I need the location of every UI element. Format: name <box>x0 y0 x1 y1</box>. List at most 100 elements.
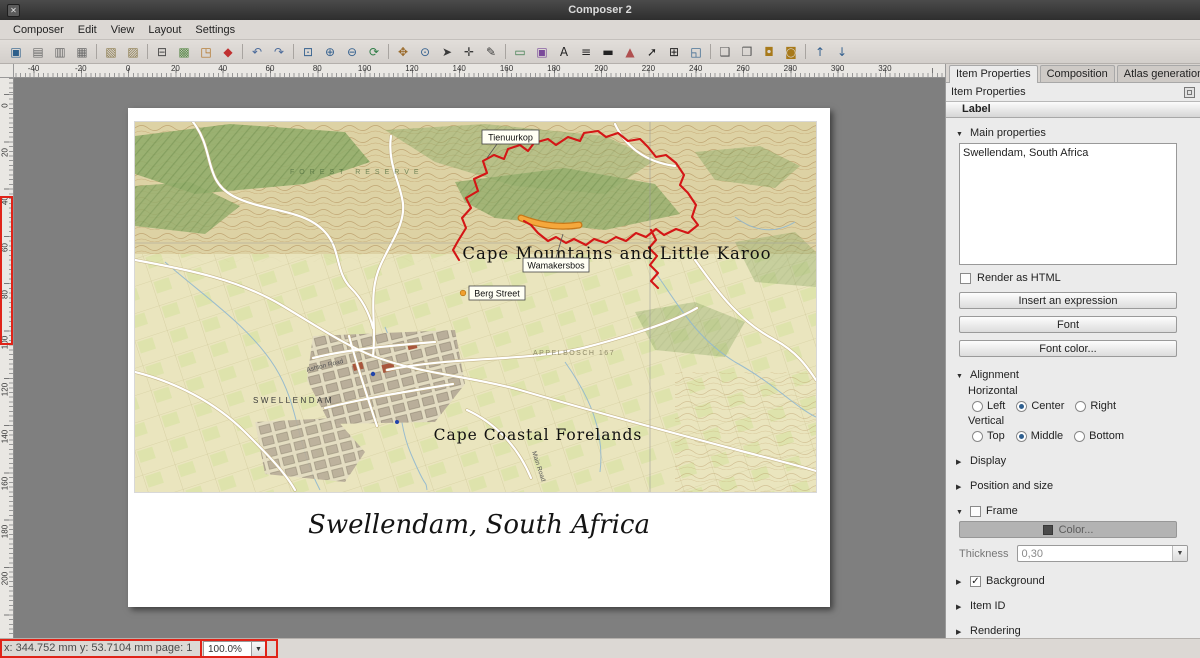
align-left-radio[interactable] <box>972 401 983 412</box>
add-arrow-icon[interactable]: ➚ <box>641 42 663 62</box>
zoom-combo[interactable]: 100.0% ▼ <box>203 641 266 657</box>
save-project-icon[interactable]: ▣ <box>5 42 27 62</box>
raise-items-icon[interactable]: ↑ <box>809 42 831 62</box>
duplicate-composer-icon[interactable]: ▥ <box>49 42 71 62</box>
background-checkbox[interactable] <box>970 576 981 587</box>
save-template-icon[interactable]: ▨ <box>122 42 144 62</box>
horizontal-alignment-options: Left Center Right <box>972 400 1188 412</box>
align-right-radio[interactable] <box>1075 401 1086 412</box>
move-content-icon[interactable]: ✛ <box>458 42 480 62</box>
rendering-group-toggle[interactable]: Rendering <box>956 625 1188 637</box>
item-properties-panel: Item Properties Composition Atlas genera… <box>945 64 1200 638</box>
canvas-area[interactable]: FOREST RESERVE SWELLENDAM APPELBOSCH 167… <box>14 78 945 638</box>
insert-expression-button[interactable]: Insert an expression <box>959 292 1177 309</box>
composer-page[interactable]: FOREST RESERVE SWELLENDAM APPELBOSCH 167… <box>128 108 830 607</box>
group-items-icon[interactable]: ❑ <box>714 42 736 62</box>
render-as-html-row[interactable]: Render as HTML <box>960 272 1188 284</box>
add-scalebar-icon[interactable]: ▬ <box>597 42 619 62</box>
align-bottom-radio[interactable] <box>1074 431 1085 442</box>
main-properties-label: Main properties <box>970 127 1046 139</box>
window-close-icon[interactable]: ✕ <box>7 4 20 17</box>
horizontal-ruler[interactable]: -40-200204060801001201401601802002202402… <box>14 64 945 78</box>
menu-settings[interactable]: Settings <box>188 22 242 38</box>
menu-layout[interactable]: Layout <box>141 22 188 38</box>
ungroup-items-icon[interactable]: ❒ <box>736 42 758 62</box>
align-top-option[interactable]: Top <box>972 430 1005 442</box>
map-item[interactable]: FOREST RESERVE SWELLENDAM APPELBOSCH 167… <box>135 122 816 492</box>
lock-items-icon[interactable]: ◘ <box>758 42 780 62</box>
map-region-label-mountains: Cape Mountains and Little Karoo <box>462 244 771 263</box>
add-label-icon[interactable]: A <box>553 42 575 62</box>
hruler-label: 0 <box>126 64 130 73</box>
select-move-item-icon[interactable]: ➤ <box>436 42 458 62</box>
zoom-full-icon[interactable]: ⊡ <box>297 42 319 62</box>
item-id-group-toggle[interactable]: Item ID <box>956 600 1188 612</box>
toolbar: ▣▤▥▦▧▨⊟▩◳◆↶↷⊡⊕⊖⟳✥⊙➤✛✎▭▣A≡▬▲➚⊞◱❑❒◘◙↑↓ <box>0 40 1200 64</box>
edit-nodes-icon[interactable]: ✎ <box>480 42 502 62</box>
add-table-icon[interactable]: ⊞ <box>663 42 685 62</box>
menu-view[interactable]: View <box>104 22 142 38</box>
main-properties-group-toggle[interactable]: Main properties <box>956 127 1188 139</box>
composer-manager-icon[interactable]: ▦ <box>71 42 93 62</box>
background-group-toggle[interactable]: Background <box>956 575 1188 587</box>
panel-float-icon[interactable] <box>1184 87 1195 98</box>
align-middle-radio[interactable] <box>1016 431 1027 442</box>
display-group-toggle[interactable]: Display <box>956 455 1188 467</box>
spinbox-arrow-icon[interactable]: ▼ <box>1172 546 1187 561</box>
add-image-icon[interactable]: ▣ <box>531 42 553 62</box>
refresh-icon[interactable]: ⟳ <box>363 42 385 62</box>
export-image-icon[interactable]: ▩ <box>173 42 195 62</box>
frame-checkbox[interactable] <box>970 506 981 517</box>
zoom-in-icon[interactable]: ⊕ <box>319 42 341 62</box>
vruler-label: 160 <box>1 476 10 492</box>
load-template-icon[interactable]: ▧ <box>100 42 122 62</box>
add-map-icon[interactable]: ▭ <box>509 42 531 62</box>
frame-color-button[interactable]: Color... <box>959 521 1177 538</box>
lower-items-icon[interactable]: ↓ <box>831 42 853 62</box>
page-caption-label[interactable]: Swellendam, South Africa <box>128 510 830 540</box>
frame-group-toggle[interactable]: Frame <box>956 505 1188 517</box>
window-title: Composer 2 <box>0 4 1200 16</box>
zoom-dropdown-arrow-icon[interactable]: ▼ <box>252 641 266 657</box>
menu-composer[interactable]: Composer <box>6 22 71 38</box>
label-text-input[interactable]: Swellendam, South Africa <box>959 143 1177 265</box>
zoom-level-field[interactable]: 100.0% <box>203 641 252 657</box>
align-center-radio[interactable] <box>1016 401 1027 412</box>
font-button[interactable]: Font <box>959 316 1177 333</box>
new-composer-icon[interactable]: ▤ <box>27 42 49 62</box>
undo-icon[interactable]: ↶ <box>246 42 268 62</box>
panel-scroll-area: Main properties Swellendam, South Africa… <box>946 118 1200 638</box>
pan-icon[interactable]: ✥ <box>392 42 414 62</box>
add-legend-icon[interactable]: ≡ <box>575 42 597 62</box>
vertical-ruler[interactable]: 020406080100120140160180200 <box>0 78 14 638</box>
align-top-radio[interactable] <box>972 431 983 442</box>
position-size-group-toggle[interactable]: Position and size <box>956 480 1188 492</box>
align-right-option[interactable]: Right <box>1075 400 1116 412</box>
font-color-button[interactable]: Font color... <box>959 340 1177 357</box>
tab-atlas-generation[interactable]: Atlas generation <box>1117 65 1200 82</box>
frame-thickness-row: Thickness 0,30 ▼ <box>959 545 1188 562</box>
add-shape-icon[interactable]: ▲ <box>619 42 641 62</box>
collapse-arrow-icon <box>956 625 965 637</box>
horizontal-alignment-label: Horizontal <box>968 385 1188 397</box>
add-html-icon[interactable]: ◱ <box>685 42 707 62</box>
tab-composition[interactable]: Composition <box>1040 65 1115 82</box>
menu-edit[interactable]: Edit <box>71 22 104 38</box>
export-svg-icon[interactable]: ◳ <box>195 42 217 62</box>
export-pdf-icon[interactable]: ◆ <box>217 42 239 62</box>
tab-item-properties[interactable]: Item Properties <box>949 65 1038 83</box>
print-icon[interactable]: ⊟ <box>151 42 173 62</box>
thickness-spinbox[interactable]: 0,30 ▼ <box>1017 545 1188 562</box>
align-middle-option[interactable]: Middle <box>1016 430 1063 442</box>
position-size-label: Position and size <box>970 480 1053 492</box>
thickness-value[interactable]: 0,30 <box>1018 548 1172 560</box>
redo-icon[interactable]: ↷ <box>268 42 290 62</box>
align-center-option[interactable]: Center <box>1016 400 1064 412</box>
align-bottom-option[interactable]: Bottom <box>1074 430 1124 442</box>
zoom-tool-icon[interactable]: ⊙ <box>414 42 436 62</box>
render-as-html-checkbox[interactable] <box>960 273 971 284</box>
unlock-items-icon[interactable]: ◙ <box>780 42 802 62</box>
alignment-group-toggle[interactable]: Alignment <box>956 369 1188 381</box>
align-left-option[interactable]: Left <box>972 400 1005 412</box>
zoom-out-icon[interactable]: ⊖ <box>341 42 363 62</box>
